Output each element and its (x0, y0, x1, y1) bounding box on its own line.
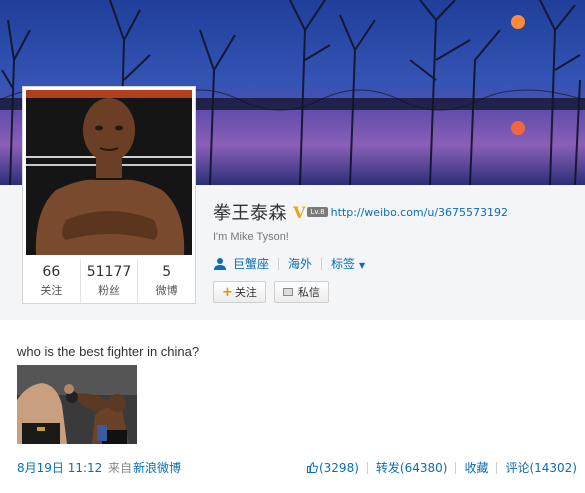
message-button[interactable]: 私信 (273, 281, 329, 303)
profile-bio: I'm Mike Tyson! (213, 231, 289, 243)
post-footer: 8月19日 11:12 来自 新浪微博 (3298) 转发(64380) 收藏 … (0, 457, 585, 477)
location-link[interactable]: 海外 (288, 255, 312, 272)
divider (321, 257, 323, 270)
avatar-card: 66 关注 51177 粉丝 5 微博 (22, 86, 196, 304)
weibo-profile-page: 66 关注 51177 粉丝 5 微博 拳王泰森 V Lv.8 http://w… (0, 0, 585, 493)
stat-followers[interactable]: 51177 粉丝 (79, 259, 138, 303)
profile-tags-row: 巨蟹座 海外 标签 ▼ (213, 255, 365, 272)
stat-posts-label: 微博 (155, 284, 178, 297)
like-count: (3298) (318, 460, 359, 475)
divider (278, 257, 280, 270)
stat-following-count: 66 (42, 264, 61, 280)
post-source-link[interactable]: 新浪微博 (133, 459, 181, 476)
follow-button-label: 关注 (234, 286, 257, 299)
tags-dropdown[interactable]: 标签 ▼ (331, 255, 365, 272)
profile-actions: + 关注 私信 (213, 281, 329, 303)
avatar[interactable] (26, 90, 192, 255)
profile-name-row: 拳王泰森 V Lv.8 http://weibo.com/u/367557319… (213, 200, 508, 225)
tags-dropdown-label: 标签 (331, 257, 356, 271)
plus-icon: + (222, 284, 233, 300)
stat-followers-count: 51177 (86, 264, 132, 280)
avatar-image (26, 90, 192, 255)
person-icon (214, 257, 226, 270)
post-source-label: 来自 (108, 461, 133, 475)
divider (455, 461, 457, 474)
comment-button[interactable]: 评论(14302) (505, 459, 577, 476)
profile-cover: 66 关注 51177 粉丝 5 微博 拳王泰森 V Lv.8 http://w… (0, 0, 585, 320)
stat-following-label: 关注 (40, 284, 63, 297)
stat-posts-count: 5 (162, 264, 172, 280)
profile-url-link[interactable]: http://weibo.com/u/3675573192 (331, 206, 508, 219)
post-image-thumbnail (17, 365, 137, 444)
post-actions: (3298) 转发(64380) 收藏 评论(14302) (306, 459, 577, 476)
mail-icon (282, 288, 293, 296)
post-time-link[interactable]: 8月19日 11:12 (17, 459, 102, 476)
stat-following[interactable]: 66 关注 (23, 259, 80, 303)
stat-posts[interactable]: 5 微博 (137, 259, 195, 303)
profile-name: 拳王泰森 (213, 203, 287, 224)
favorite-button[interactable]: 收藏 (464, 459, 488, 476)
zodiac-link[interactable]: 巨蟹座 (233, 255, 269, 272)
like-button[interactable]: (3298) (306, 460, 359, 475)
stat-followers-label: 粉丝 (98, 284, 120, 297)
divider (366, 461, 368, 474)
chevron-down-icon: ▼ (359, 261, 366, 270)
verified-icon[interactable]: V (293, 203, 305, 222)
thumbs-up-icon (306, 462, 318, 473)
post-text: who is the best fighter in china? (17, 344, 200, 359)
level-badge[interactable]: Lv.8 (307, 207, 328, 217)
follow-button[interactable]: + 关注 (213, 281, 266, 303)
divider (496, 461, 498, 474)
profile-stats: 66 关注 51177 粉丝 5 微博 (23, 259, 195, 303)
repost-button[interactable]: 转发(64380) (376, 459, 448, 476)
message-button-label: 私信 (297, 286, 320, 299)
post-image[interactable] (17, 365, 137, 444)
